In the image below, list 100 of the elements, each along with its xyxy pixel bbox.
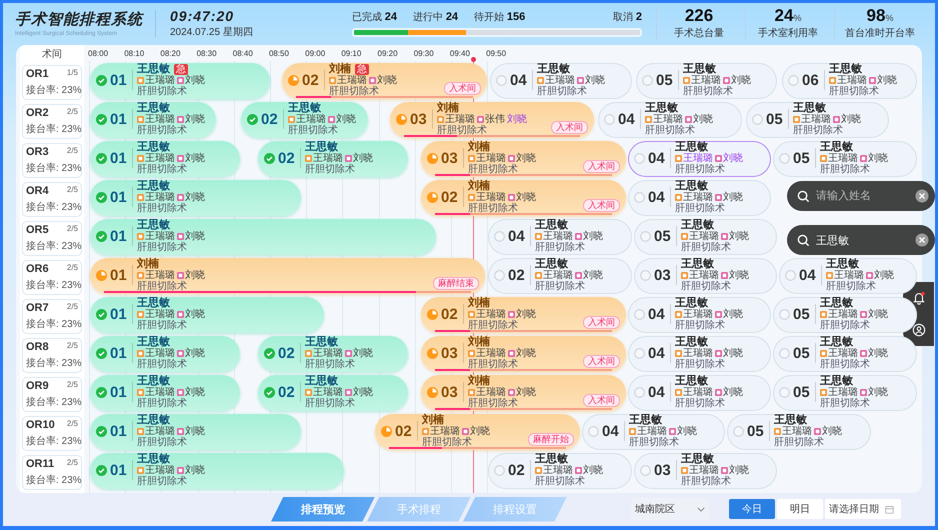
room-card[interactable]: OR6 2/5 接台率: 23% [22,260,82,295]
room-name: OR4 [26,185,49,197]
time-label: 09:10 [341,48,362,58]
room-card[interactable]: OR3 2/5 接台率: 23% [22,143,82,178]
surgery-number: 01 [110,72,128,88]
room-card[interactable]: OR7 2/5 接台率: 23% [22,299,82,334]
staff-role-icon [715,389,722,396]
staff-name: 刘晓 [729,231,749,242]
date-field[interactable]: 请选择日期 [825,499,901,519]
surgery-number: 04 [508,228,526,244]
procedure-name: 肝胆切除术 [681,281,732,292]
surgery-number: 03 [441,150,459,166]
stage-tag: 入术间 [551,120,588,134]
search-input[interactable]: 王思敏 [816,234,909,246]
stage-tag: 入术间 [583,160,620,172]
campus-select[interactable]: 城南院区 [631,498,709,520]
room-card[interactable]: OR2 2/5 接台率: 23% [22,104,82,139]
patient-name: 王思敏 [535,452,568,464]
surgery-number: 02 [508,462,526,478]
room-name: OR9 [26,380,49,392]
procedure-name: 肝胆切除术 [774,437,825,448]
surgery-number: 03 [410,110,428,128]
procedure-name: 肝胆切除术 [537,86,588,97]
procedure-name: 肝胆切除术 [629,437,680,448]
empty-circle-icon [779,152,790,164]
search-box[interactable]: 请输入姓名 [787,181,935,211]
empty-circle-icon [588,426,599,436]
staff-name: 刘晓 [677,426,697,437]
room-name: OR8 [26,341,49,353]
staff-role-icon [137,350,144,357]
staff-name: 刘晓 [185,153,205,164]
search-input[interactable]: 请输入姓名 [816,190,909,202]
day-button[interactable]: 明日 [777,499,823,519]
staff-name: 刘晓 [585,75,605,86]
staff-name: 王瑞璐 [837,75,867,86]
patient-name: 王思敏 [820,336,853,348]
surgery-number: 01 [110,422,128,440]
room-count: 2/5 [66,341,78,350]
check-circle-icon [264,348,275,358]
clear-button[interactable] [915,233,929,247]
patient-name: 王思敏 [137,180,170,192]
patient-name: 王思敏 [820,296,853,308]
room-card[interactable]: OR1 1/5 接台率: 23% [22,65,82,100]
room-card[interactable]: OR10 2/5 接台率: 23% [22,416,82,451]
clear-button[interactable] [915,189,929,203]
check-circle-icon [264,152,275,164]
patient-name: 王思敏 [137,140,170,152]
staff-name: 刘晓 [185,387,205,398]
staff-name: 刘晓 [723,153,743,164]
room-card[interactable]: OR4 2/5 接台率: 23% [22,182,82,217]
search-icon [797,190,810,202]
staff-name: 王瑞璐 [313,387,343,398]
kpi-label: 手术室利用率 [758,26,818,40]
staff-role-icon [860,389,867,396]
surgery-number: 02 [278,150,296,166]
staff-name: 王瑞璐 [637,426,667,437]
room-card[interactable]: OR5 2/5 接台率: 23% [22,221,82,256]
room-name: OR1 [26,68,49,80]
time-label: 08:10 [124,48,146,58]
staff-name: 刘晓 [822,426,842,437]
staff-name: 王瑞璐 [683,387,713,398]
staff-role-icon [577,77,584,84]
room-card[interactable]: OR9 2/5 接台率: 23% [22,377,82,412]
empty-circle-icon [494,230,505,242]
staff-role-icon [305,350,312,357]
empty-circle-icon [779,348,790,358]
patient-name: 王思敏 [137,336,170,348]
staff-role-icon [860,311,867,318]
staff-role-icon [305,155,312,162]
staff-name: 王瑞璐 [828,309,858,320]
empty-circle-icon [496,74,507,86]
bell-icon[interactable] [912,291,926,305]
room-count: 2/5 [66,458,78,467]
patient-name: 王思敏 [683,62,716,74]
room-card[interactable]: OR11 2/5 接台率: 23% [22,455,82,490]
date-input[interactable]: 请选择日期 [829,504,885,514]
patient-name: 刘楠 [468,336,490,348]
room-card[interactable]: OR8 2/5 接台率: 23% [22,338,82,373]
staff-name: 刘晓 [874,270,894,281]
staff-name: 刘晓 [729,270,749,281]
staff-name: 王瑞璐 [145,192,175,203]
surgery-block[interactable]: 01 王思敏 急 王瑞璐 刘晓 肝胆切除术 [90,62,270,98]
procedure-name: 肝胆切除术 [305,164,356,175]
staff-name: 刘晓 [877,75,897,86]
search-box[interactable]: 王思敏 [787,225,935,255]
check-circle-icon [96,426,107,436]
empty-circle-icon [634,152,645,164]
staff-role-icon [137,311,144,318]
surgery-block[interactable]: 02 刘楠 急 王瑞璐 刘晓 肝胆切除术 入术间 [282,62,487,98]
day-button[interactable]: 今日 [729,499,775,519]
patient-name: 刘楠 [329,62,351,74]
staff-name: 王瑞璐 [145,153,175,164]
user-icon[interactable] [912,323,926,337]
patient-name: 王思敏 [675,140,708,152]
staff-name: 刘晓 [185,192,205,203]
empty-circle-icon [634,386,645,398]
staff-role-icon [869,77,876,84]
kpi-value: 24% [774,6,802,26]
surgery-number: 01 [110,150,128,166]
staff-role-icon [177,311,184,318]
